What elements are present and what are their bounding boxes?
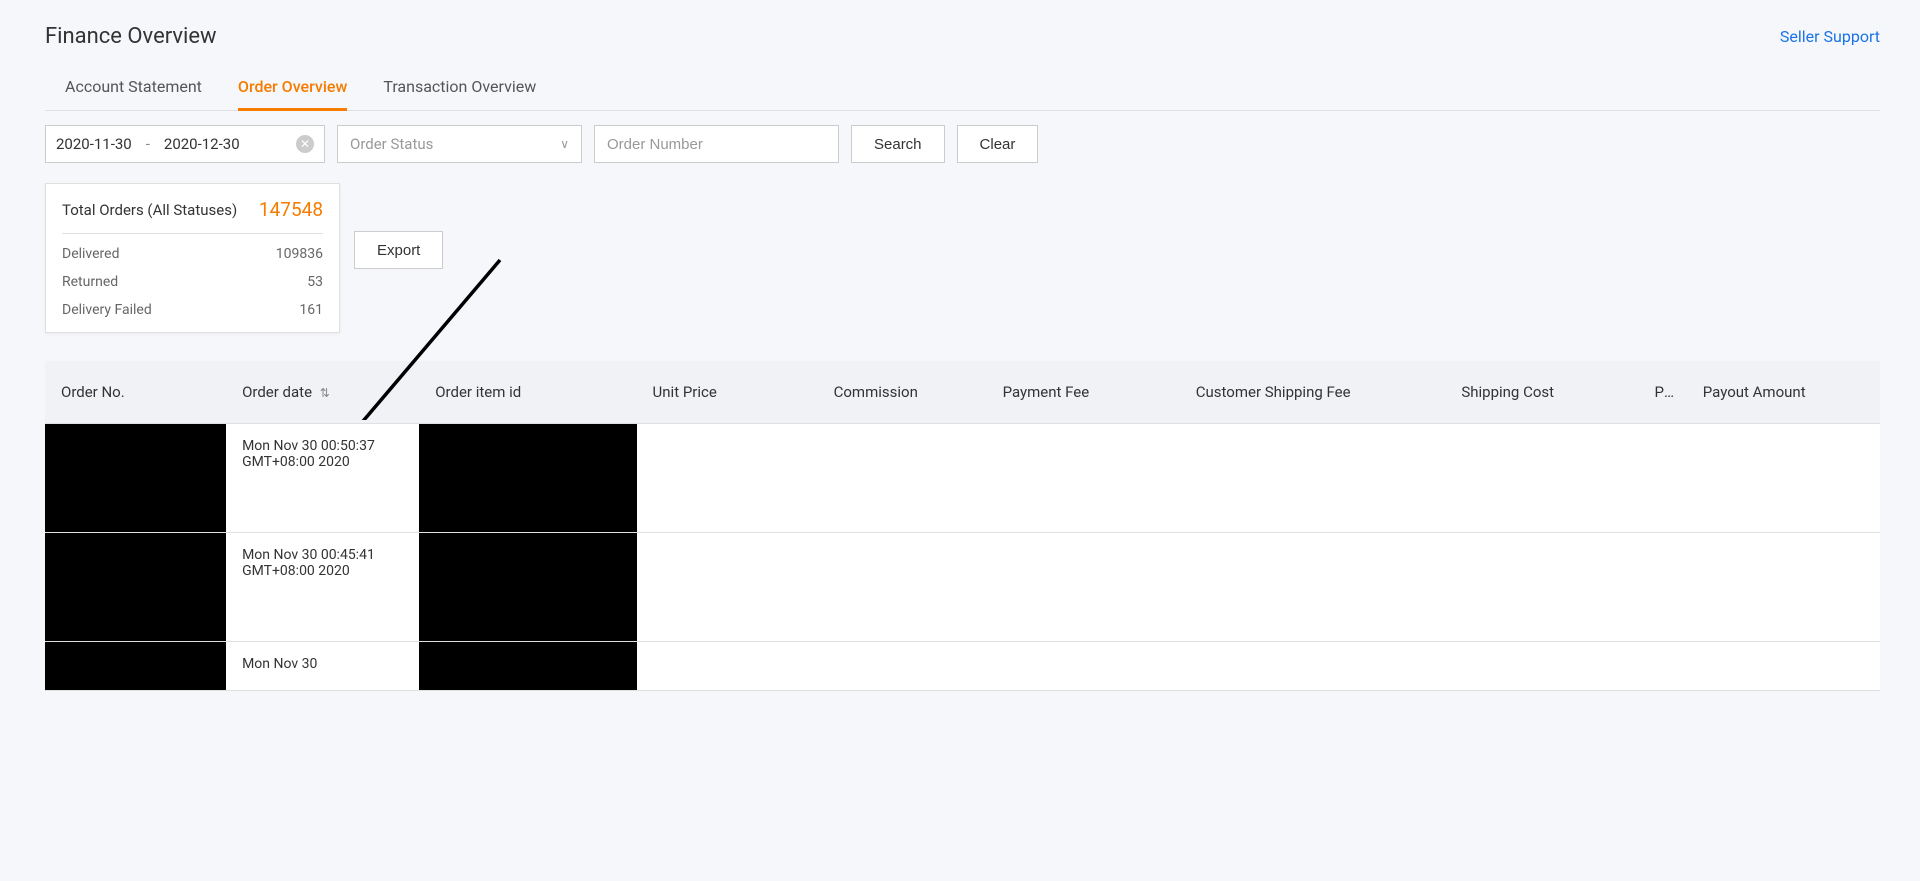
- cell-pro: [1639, 533, 1687, 642]
- orders-table: Order No. Order date ⇅ Order item id Uni…: [45, 361, 1880, 691]
- cell-unit-price: [637, 424, 818, 533]
- date-from: 2020-11-30: [56, 135, 132, 153]
- table-row: Mon Nov 30: [45, 642, 1880, 691]
- filter-bar: 2020-11-30 - 2020-12-30 ✕ Order Status ∨…: [45, 125, 1880, 163]
- th-customer-shipping-fee[interactable]: Customer Shipping Fee: [1180, 361, 1446, 424]
- tabs: Account Statement Order Overview Transac…: [45, 67, 1880, 111]
- th-commission[interactable]: Commission: [818, 361, 987, 424]
- th-shipping-cost[interactable]: Shipping Cost: [1445, 361, 1638, 424]
- cell-pro: [1639, 424, 1687, 533]
- th-payout-amount[interactable]: Payout Amount: [1687, 361, 1880, 424]
- cell-order-no: [45, 642, 226, 691]
- tab-order-overview[interactable]: Order Overview: [238, 67, 347, 111]
- stats-total-label: Total Orders (All Statuses): [62, 201, 237, 219]
- stats-item-delivered: Delivered 109836: [62, 234, 323, 262]
- cell-shipping-cost: [1445, 533, 1638, 642]
- cell-payment-fee: [987, 424, 1180, 533]
- cell-order-date: Mon Nov 30: [226, 642, 419, 691]
- cell-order-no: [45, 533, 226, 642]
- tab-transaction-overview[interactable]: Transaction Overview: [383, 67, 536, 111]
- cell-commission: [818, 424, 987, 533]
- sort-icon[interactable]: ⇅: [320, 386, 330, 400]
- clear-date-icon[interactable]: ✕: [296, 135, 314, 153]
- stats-total-value: 147548: [259, 198, 323, 221]
- cell-order-no: [45, 424, 226, 533]
- cell-order-item-id: [419, 533, 636, 642]
- clear-button[interactable]: Clear: [957, 125, 1039, 163]
- date-range-picker[interactable]: 2020-11-30 - 2020-12-30 ✕: [45, 125, 325, 163]
- stats-item-value: 53: [307, 274, 323, 290]
- seller-support-link[interactable]: Seller Support: [1780, 27, 1880, 46]
- th-order-item-id[interactable]: Order item id: [419, 361, 636, 424]
- th-unit-price[interactable]: Unit Price: [637, 361, 818, 424]
- cell-commission: [818, 533, 987, 642]
- stats-item-label: Delivered: [62, 246, 119, 262]
- th-payment-fee[interactable]: Payment Fee: [987, 361, 1180, 424]
- tab-account-statement[interactable]: Account Statement: [65, 67, 202, 111]
- order-status-placeholder: Order Status: [350, 135, 433, 153]
- cell-commission: [818, 642, 987, 691]
- stats-card: Total Orders (All Statuses) 147548 Deliv…: [45, 183, 340, 333]
- cell-unit-price: [637, 642, 818, 691]
- stats-item-value: 109836: [276, 246, 323, 262]
- table-row: Mon Nov 30 00:45:41 GMT+08:00 2020: [45, 533, 1880, 642]
- cell-customer-shipping-fee: [1180, 642, 1446, 691]
- cell-payment-fee: [987, 642, 1180, 691]
- chevron-down-icon: ∨: [560, 137, 569, 151]
- cell-order-date: Mon Nov 30 00:50:37 GMT+08:00 2020: [226, 424, 419, 533]
- stats-item-label: Delivery Failed: [62, 302, 152, 318]
- cell-payout-amount: [1687, 642, 1880, 691]
- stats-item-delivery-failed: Delivery Failed 161: [62, 290, 323, 318]
- order-number-input[interactable]: [594, 125, 839, 163]
- table-row: Mon Nov 30 00:50:37 GMT+08:00 2020: [45, 424, 1880, 533]
- th-order-date-label: Order date: [242, 383, 312, 401]
- cell-order-date: Mon Nov 30 00:45:41 GMT+08:00 2020: [226, 533, 419, 642]
- th-order-no[interactable]: Order No.: [45, 361, 226, 424]
- th-pro[interactable]: Pro: [1639, 361, 1687, 424]
- date-dash: -: [146, 135, 150, 153]
- cell-order-item-id: [419, 424, 636, 533]
- th-order-date[interactable]: Order date ⇅: [226, 361, 419, 424]
- cell-customer-shipping-fee: [1180, 424, 1446, 533]
- date-to: 2020-12-30: [164, 135, 240, 153]
- stats-item-value: 161: [299, 302, 323, 318]
- cell-shipping-cost: [1445, 424, 1638, 533]
- cell-customer-shipping-fee: [1180, 533, 1446, 642]
- page-title: Finance Overview: [45, 24, 217, 49]
- stats-item-label: Returned: [62, 274, 118, 290]
- cell-unit-price: [637, 533, 818, 642]
- stats-item-returned: Returned 53: [62, 262, 323, 290]
- order-status-select[interactable]: Order Status ∨: [337, 125, 582, 163]
- cell-pro: [1639, 642, 1687, 691]
- export-button[interactable]: Export: [354, 231, 443, 269]
- cell-payout-amount: [1687, 533, 1880, 642]
- search-button[interactable]: Search: [851, 125, 945, 163]
- cell-payment-fee: [987, 533, 1180, 642]
- cell-shipping-cost: [1445, 642, 1638, 691]
- cell-order-item-id: [419, 642, 636, 691]
- cell-payout-amount: [1687, 424, 1880, 533]
